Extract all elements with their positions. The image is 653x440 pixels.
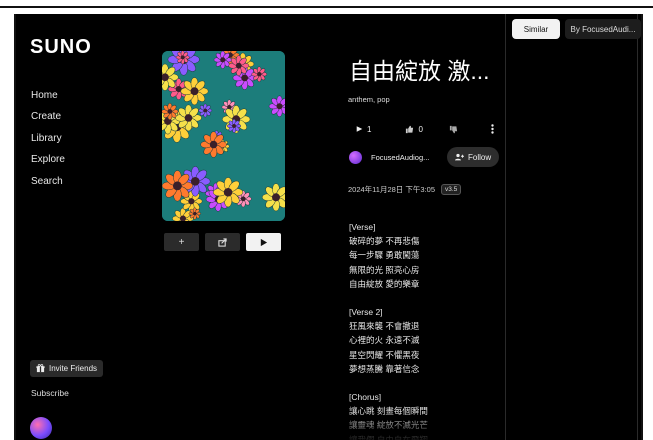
lyrics-text: [Verse] 破碎的夢 不再悲傷 每一步驟 勇敢闖蕩 無限的光 照亮心房 自由綻放 愛… bbox=[349, 220, 428, 440]
song-date: 2024年11月28日 下午3:05 bbox=[348, 185, 435, 194]
invite-friends-label: Invite Friends bbox=[49, 364, 98, 373]
thumbs-down-icon bbox=[449, 125, 458, 133]
share-button[interactable] bbox=[205, 233, 240, 251]
lyrics-line: 自由綻放 愛的樂章 bbox=[349, 278, 420, 289]
lyrics-blank-line bbox=[349, 291, 428, 305]
sidebar-item-home[interactable]: Home bbox=[31, 90, 58, 101]
flower-shape bbox=[162, 170, 194, 202]
plus-icon: + bbox=[178, 236, 185, 248]
cover-controls: + bbox=[164, 233, 281, 251]
flower-shape bbox=[227, 118, 242, 134]
sidebar-item-explore[interactable]: Explore bbox=[31, 154, 65, 165]
sidebar: SUNO Home Create Library Explore Search … bbox=[16, 14, 136, 440]
subscribe-link[interactable]: Subscribe bbox=[31, 388, 69, 398]
tab-by-artist[interactable]: By FocusedAudi... bbox=[565, 19, 641, 39]
right-edge-divider bbox=[637, 14, 638, 440]
user-avatar[interactable] bbox=[30, 417, 52, 439]
lyrics-line: 無限的光 照亮心房 bbox=[349, 264, 420, 275]
flower-artwork bbox=[162, 51, 285, 221]
play-count-value: 1 bbox=[367, 124, 372, 134]
flower-shape bbox=[228, 55, 250, 77]
sidebar-item-create[interactable]: Create bbox=[31, 111, 61, 122]
lyrics-line: 狂風來襲 不會撤退 bbox=[349, 321, 420, 332]
song-cover-art bbox=[162, 51, 285, 221]
add-to-playlist-button[interactable]: + bbox=[164, 233, 199, 251]
song-meta: 2024年11月28日 下午3:05 v3.5 bbox=[348, 184, 462, 195]
lyrics-blank-line bbox=[349, 376, 428, 390]
suno-logo[interactable]: SUNO bbox=[30, 36, 92, 59]
play-count[interactable]: 1 bbox=[356, 125, 371, 134]
window-top-border bbox=[0, 0, 653, 8]
dislike-button[interactable] bbox=[449, 125, 458, 134]
flower-shape bbox=[175, 104, 202, 132]
flower-shape bbox=[188, 207, 201, 220]
play-button[interactable] bbox=[246, 233, 281, 251]
sidebar-item-library[interactable]: Library bbox=[31, 133, 62, 144]
song-stats: 1 0 bbox=[356, 124, 494, 134]
flower-shape bbox=[162, 102, 179, 120]
lyrics-line: 心裡的火 永遠不滅 bbox=[349, 335, 420, 346]
sidebar-item-search[interactable]: Search bbox=[31, 176, 63, 187]
flower-shape bbox=[175, 51, 190, 65]
flower-shape bbox=[200, 131, 227, 158]
flower-shape bbox=[251, 66, 268, 83]
play-count-icon bbox=[356, 126, 363, 132]
app-window: SUNO Home Create Library Explore Search … bbox=[14, 14, 643, 440]
version-badge: v3.5 bbox=[441, 184, 462, 195]
song-tags[interactable]: anthem, pop bbox=[348, 95, 390, 104]
song-title: 自由綻放 激... bbox=[349, 58, 490, 84]
add-user-icon bbox=[455, 153, 464, 161]
gift-icon bbox=[36, 364, 45, 373]
tab-similar[interactable]: Similar bbox=[512, 19, 560, 39]
flower-shape bbox=[198, 103, 213, 118]
play-icon bbox=[260, 238, 268, 246]
lyrics-line: 破碎的夢 不再悲傷 bbox=[349, 236, 420, 247]
more-vertical-icon bbox=[491, 124, 494, 134]
lyrics-line: 每一步驟 勇敢闖蕩 bbox=[349, 250, 420, 261]
panel-divider bbox=[505, 14, 506, 440]
flower-shape bbox=[212, 177, 244, 208]
more-options-button[interactable] bbox=[491, 124, 494, 134]
lyrics-line: 星空閃耀 不懼黑夜 bbox=[349, 349, 420, 360]
lyrics-line: [Verse] bbox=[349, 222, 376, 232]
share-icon bbox=[218, 237, 227, 247]
lyrics-fade-overlay bbox=[136, 410, 506, 440]
follow-label: Follow bbox=[468, 152, 492, 162]
lyrics-line: [Verse 2] bbox=[349, 307, 383, 318]
lyrics-line: 夢想蒸騰 靠著信念 bbox=[349, 363, 420, 374]
flower-shape bbox=[180, 77, 209, 106]
artist-name[interactable]: FocusedAudiog... bbox=[371, 153, 443, 162]
artist-avatar[interactable] bbox=[349, 150, 362, 164]
invite-friends-button[interactable]: Invite Friends bbox=[30, 360, 104, 377]
lyrics-line: [Chorus] bbox=[349, 392, 382, 403]
artist-row: FocusedAudiog... Follow bbox=[349, 147, 500, 167]
follow-button[interactable]: Follow bbox=[447, 147, 500, 167]
like-button[interactable]: 0 bbox=[405, 124, 423, 134]
thumbs-up-icon bbox=[406, 125, 414, 133]
like-count-value: 0 bbox=[418, 124, 423, 134]
